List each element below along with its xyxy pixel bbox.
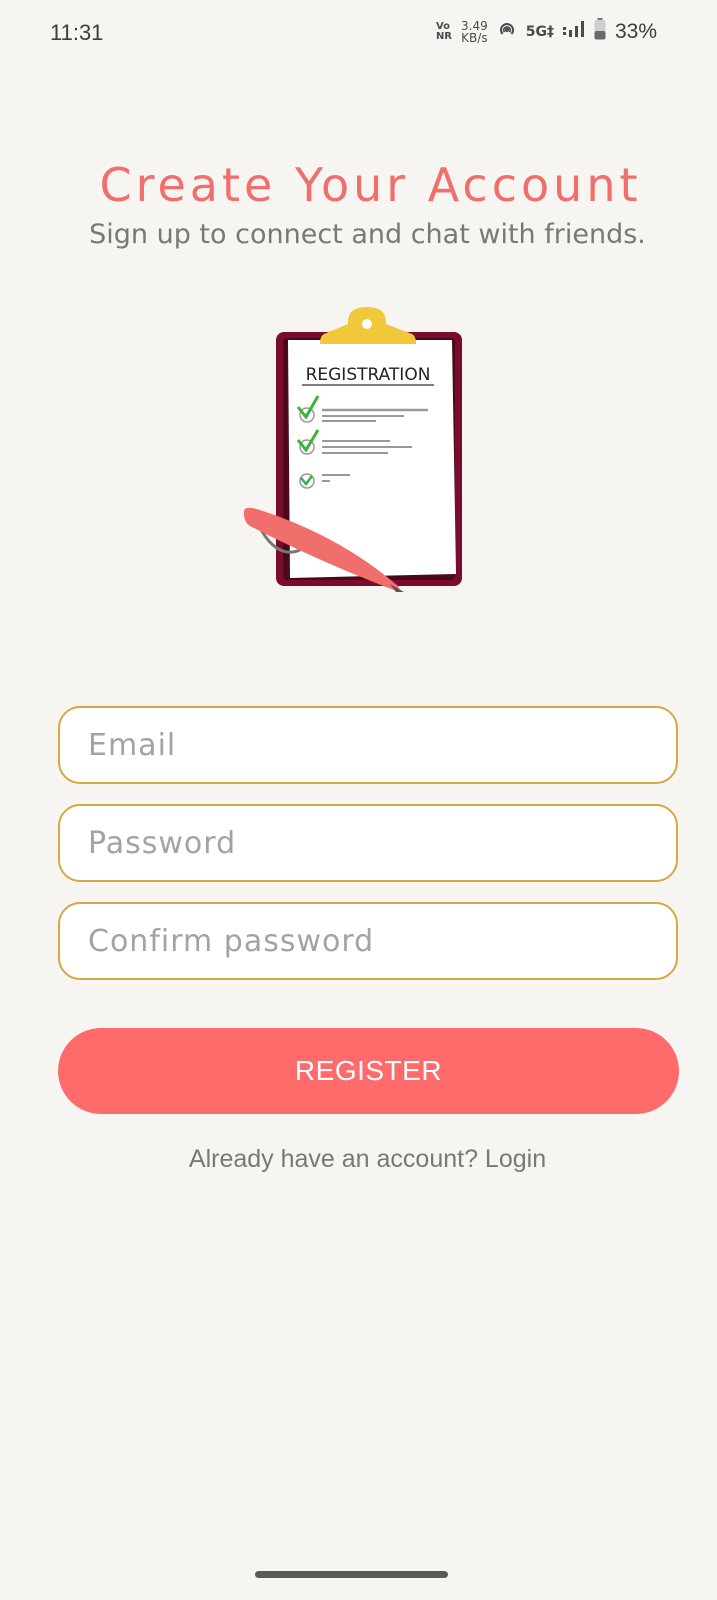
- volte-top: Vo: [435, 20, 450, 32]
- clipboard-registration-icon: REGISTRATION: [230, 300, 480, 600]
- status-bar: 11:31 Vo NR 3.49 KB/s 5G‡ 33%: [0, 0, 717, 70]
- hotspot-icon: [497, 19, 517, 44]
- volte-bottom: NR: [435, 30, 453, 42]
- battery-icon: [594, 18, 606, 45]
- battery-percent: 33%: [614, 19, 657, 43]
- speed-unit: KB/s: [461, 30, 488, 45]
- confirm-password-field[interactable]: [58, 902, 678, 980]
- page-title: Create Your Account: [99, 158, 642, 212]
- home-indicator[interactable]: [255, 1571, 448, 1578]
- volte-indicator: Vo NR: [435, 20, 453, 42]
- speed-value: 3.49: [461, 18, 488, 33]
- email-field[interactable]: [58, 706, 678, 784]
- register-button[interactable]: REGISTER: [58, 1028, 679, 1114]
- network-speed: 3.49 KB/s: [461, 20, 488, 44]
- password-field[interactable]: [58, 804, 678, 882]
- status-time: 11:31: [50, 20, 104, 45]
- status-icons: Vo NR 3.49 KB/s 5G‡ 33%: [436, 18, 657, 45]
- illustration-label: REGISTRATION: [305, 365, 431, 385]
- signal-icon: [562, 19, 585, 44]
- network-type: 5G‡: [525, 23, 554, 40]
- login-link[interactable]: Already have an account? Login: [0, 1145, 717, 1174]
- page-subtitle: Sign up to connect and chat with friends…: [89, 219, 646, 250]
